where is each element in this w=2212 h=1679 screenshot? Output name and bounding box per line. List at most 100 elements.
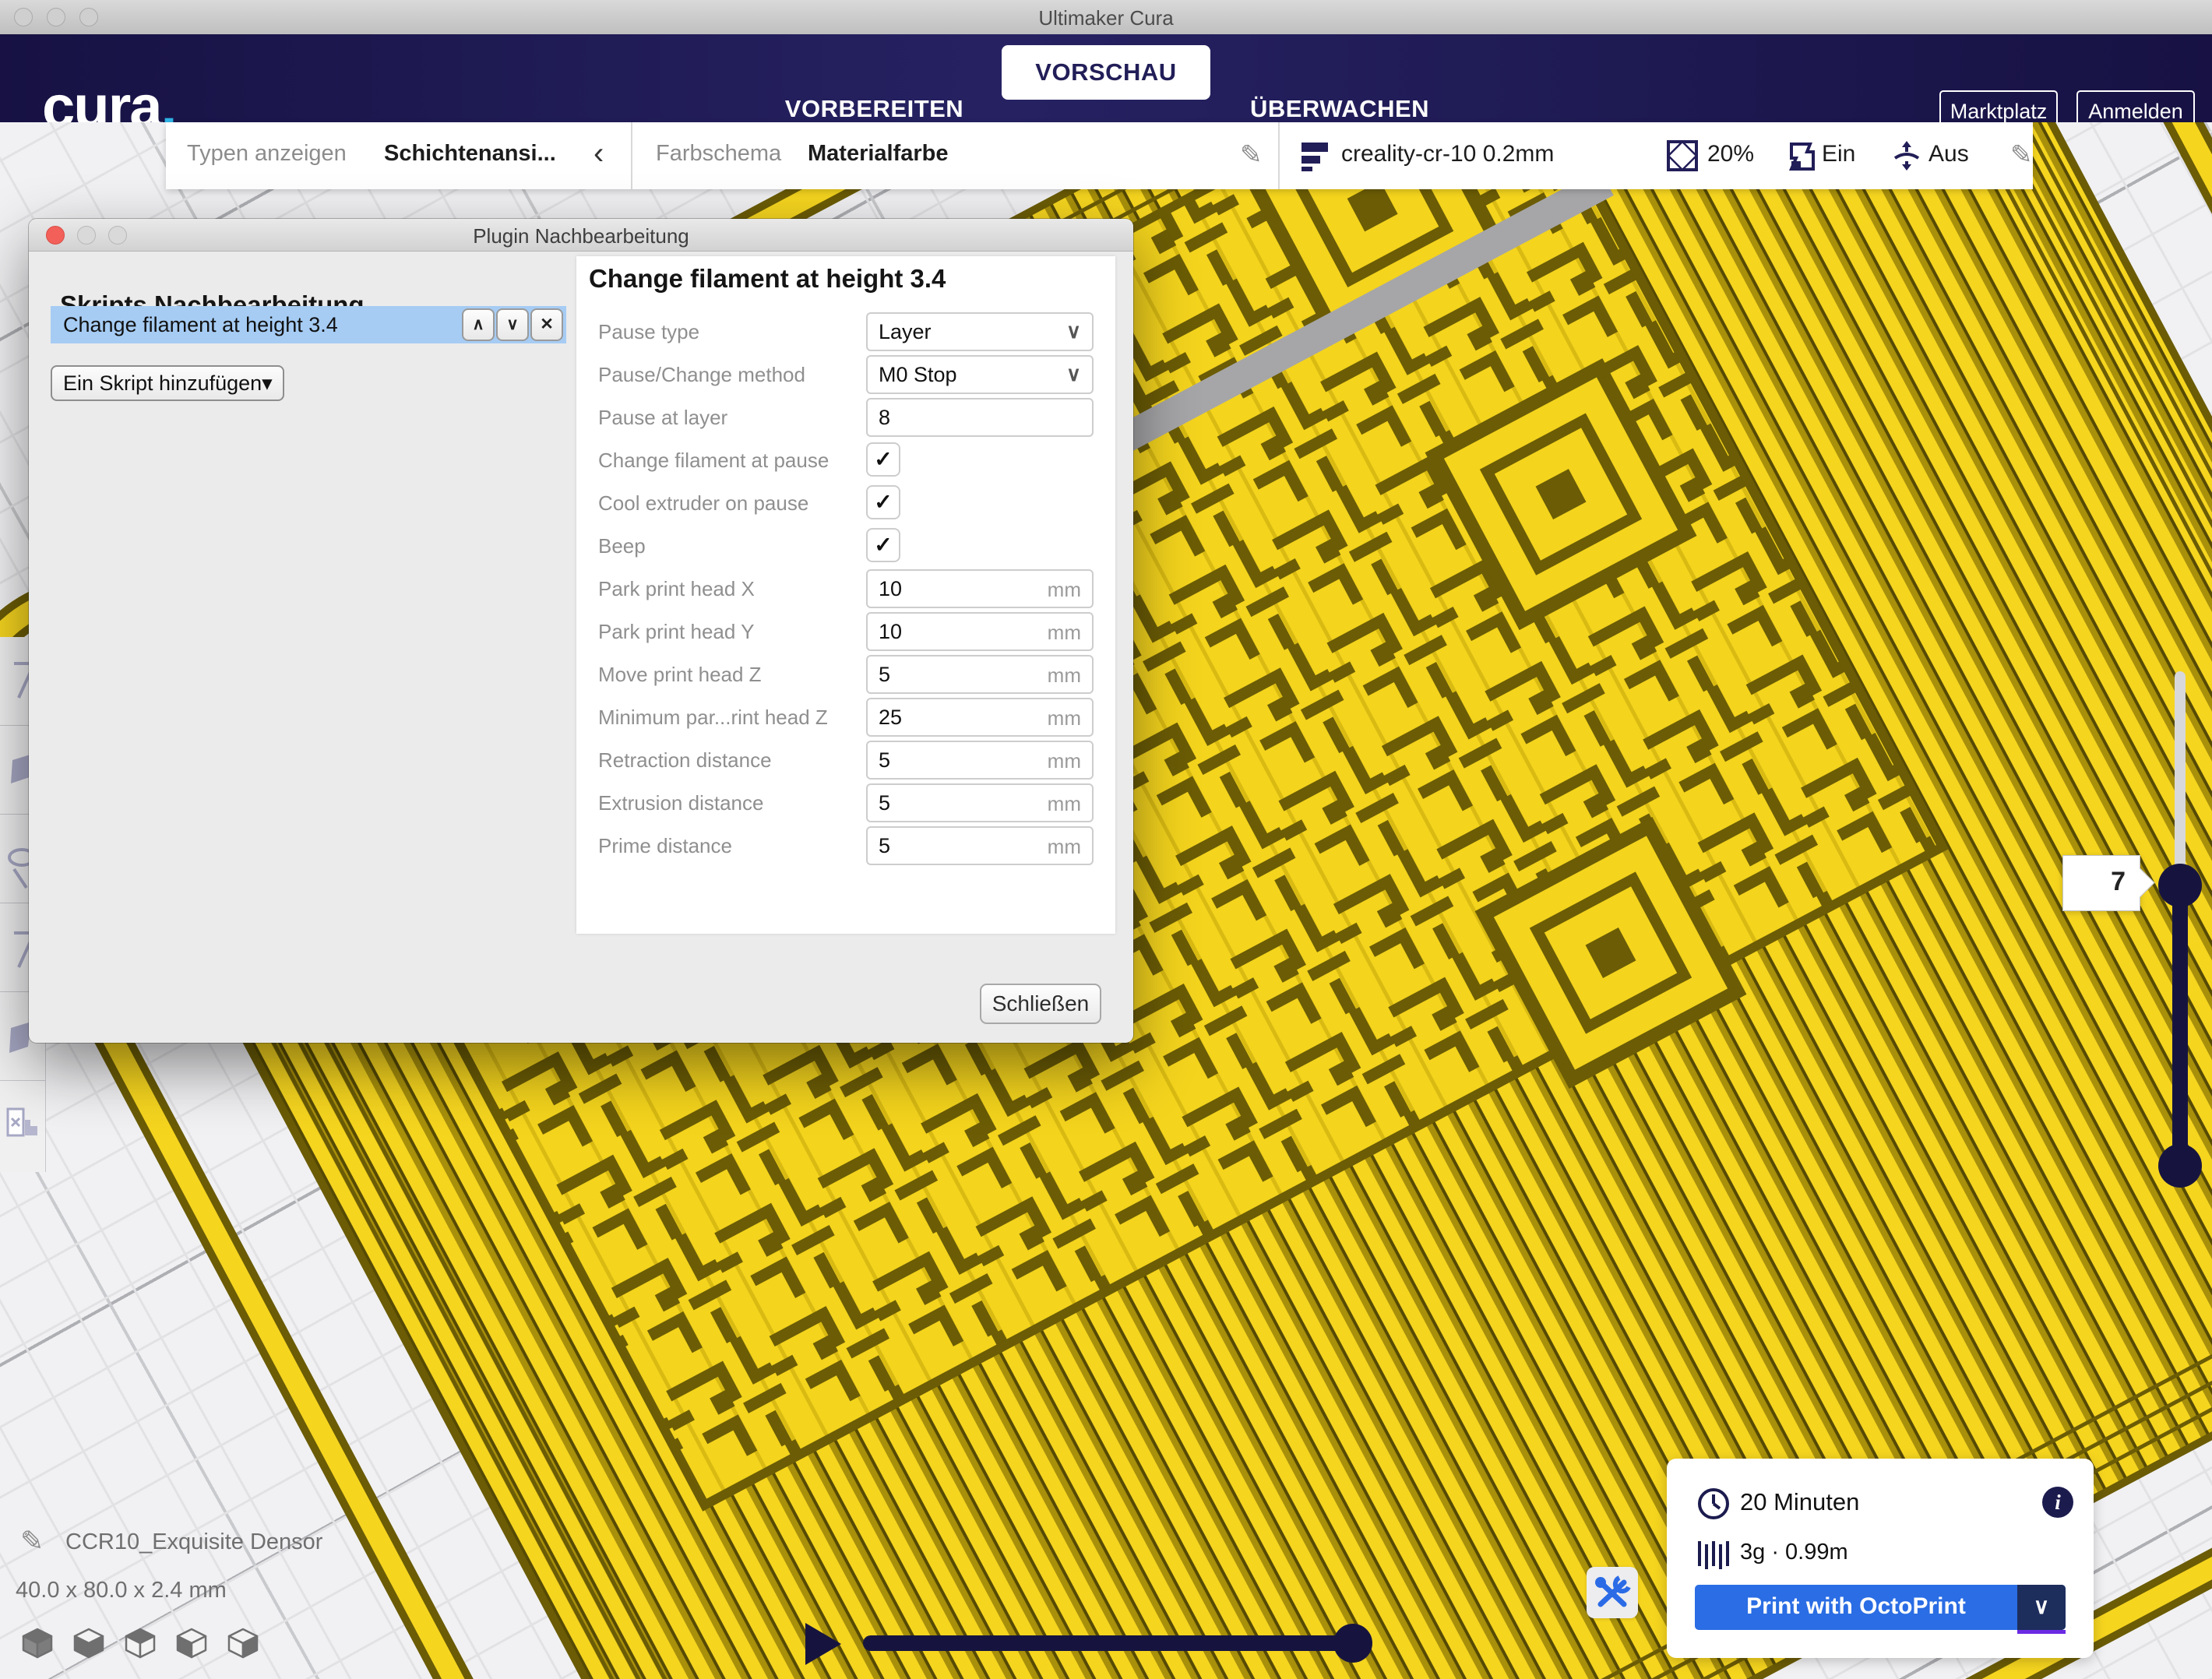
move-print-head-z-input[interactable]: 5 mm xyxy=(866,655,1094,694)
selected-script-row[interactable]: Change filament at height 3.4 ∧ ∨ ✕ xyxy=(51,306,566,343)
print-job-panel: 20 Minuten i 3g · 0.99m Print with OctoP… xyxy=(1667,1459,2094,1658)
monitor-tools-button[interactable] xyxy=(1587,1567,1638,1618)
field-value: Layer xyxy=(879,320,932,344)
rename-model-pencil-icon[interactable]: ✎ xyxy=(20,1525,44,1558)
app-header: cura. VORBEREITEN VORSCHAU ÜBERWACHEN Ma… xyxy=(0,34,2212,122)
adhesion-icon xyxy=(1890,139,1923,172)
pause-at-layer-input[interactable]: 8 xyxy=(866,398,1094,437)
dialog-close-action-button[interactable]: Schließen xyxy=(980,984,1101,1024)
pause-type-select[interactable]: Layer ∨ xyxy=(866,312,1094,351)
field-value: M0 Stop xyxy=(879,363,957,387)
checkmark-icon: ✓ xyxy=(874,447,892,471)
park-print-head-x-input[interactable]: 10 mm xyxy=(866,569,1094,608)
color-scheme-dropdown[interactable]: Materialfarbe xyxy=(808,141,949,167)
support-icon xyxy=(1787,139,1818,172)
edit-print-settings-pencil-icon[interactable]: ✎ xyxy=(2010,139,2033,171)
selected-script-label: Change filament at height 3.4 xyxy=(63,313,338,337)
print-button-label: Print with OctoPrint xyxy=(1695,1593,2017,1620)
field-row-beep: Beep✓ xyxy=(576,526,1115,565)
view-top-button[interactable] xyxy=(123,1626,157,1660)
view-left-button[interactable] xyxy=(174,1626,209,1660)
field-label: Park print head Y xyxy=(598,620,754,644)
field-label: Cool extruder on pause xyxy=(598,491,808,516)
field-unit: mm xyxy=(1048,792,1081,816)
stage-toolbar: Typen anzeigen Schichtenansi... ‹ Farbsc… xyxy=(166,122,2033,189)
move-script-up-button[interactable]: ∧ xyxy=(462,308,495,341)
ultimaker-cura-window: { "titlebar": { "title": "Ultimaker Cura… xyxy=(0,0,2212,1679)
field-label: Change filament at pause xyxy=(598,449,829,473)
clock-icon xyxy=(1696,1487,1731,1521)
dialog-titlebar[interactable]: Plugin Nachbearbeitung xyxy=(29,219,1133,252)
view-3d-button[interactable] xyxy=(20,1626,55,1660)
layer-slider-range[interactable] xyxy=(2172,885,2188,1166)
simulation-play-icon[interactable] xyxy=(805,1623,841,1665)
view-right-button[interactable] xyxy=(226,1626,260,1660)
support-value[interactable]: Ein xyxy=(1822,141,1855,167)
path-slider-handle[interactable] xyxy=(1333,1624,1372,1663)
field-row-move-print-head-z: Move print head Z5mm xyxy=(576,655,1115,694)
tab-ueberwachen[interactable]: ÜBERWACHEN xyxy=(1246,92,1433,126)
post-processing-dialog: Plugin Nachbearbeitung Skripts Nachbearb… xyxy=(29,219,1133,1043)
field-label: Pause/Change method xyxy=(598,363,805,387)
collapse-chevron-icon[interactable]: ‹ xyxy=(594,136,604,171)
toolbar-divider xyxy=(1278,122,1280,189)
field-unit: mm xyxy=(1048,664,1081,688)
layer-indicator-flag: 7 xyxy=(2062,855,2140,911)
cool-extruder-on-pause-checkbox[interactable]: ✓ xyxy=(866,485,900,519)
checkmark-icon: ✓ xyxy=(874,533,892,557)
field-value: 25 xyxy=(879,706,902,730)
retraction-distance-input[interactable]: 5mm xyxy=(866,741,1094,780)
chevron-down-icon: ∨ xyxy=(1066,362,1081,386)
prime-distance-input[interactable]: 5mm xyxy=(866,826,1094,865)
view-type-dropdown[interactable]: Schichtenansi... xyxy=(384,141,556,167)
field-row-minimum-par-rint-head-z: Minimum par...rint head Z 25mm xyxy=(576,698,1115,737)
tab-vorschau[interactable]: VORSCHAU xyxy=(1002,45,1210,100)
remove-script-button[interactable]: ✕ xyxy=(530,308,563,341)
print-options-accent xyxy=(2017,1630,2066,1634)
field-row-extrusion-distance: Extrusion distance 5mm xyxy=(576,783,1115,822)
add-script-dropdown[interactable]: Ein Skript hinzufügen▾ xyxy=(51,365,284,401)
material-estimate: 3g · 0.99m xyxy=(1740,1540,1848,1565)
checkmark-icon: ✓ xyxy=(874,490,892,514)
field-label: Pause at layer xyxy=(598,406,727,430)
view-type-label: Typen anzeigen xyxy=(187,141,347,167)
extrusion-distance-input[interactable]: 5mm xyxy=(866,783,1094,822)
print-with-octoprint-button[interactable]: Print with OctoPrint ∨ xyxy=(1695,1585,2066,1630)
adhesion-value[interactable]: Aus xyxy=(1928,141,1969,167)
field-unit: mm xyxy=(1048,578,1081,602)
park-print-head-y-input[interactable]: 10 mm xyxy=(866,612,1094,651)
macos-titlebar[interactable]: Ultimaker Cura xyxy=(0,0,2212,35)
field-label: Minimum par...rint head Z xyxy=(598,706,828,730)
change-filament-at-pause-checkbox[interactable]: ✓ xyxy=(866,442,900,477)
printer-profile-button[interactable]: creality-cr-10 0.2mm xyxy=(1341,141,1554,167)
field-label: Extrusion distance xyxy=(598,791,763,815)
move-script-down-button[interactable]: ∨ xyxy=(496,308,529,341)
field-value: 5 xyxy=(879,663,890,687)
print-options-dropdown[interactable]: ∨ xyxy=(2017,1585,2066,1630)
layer-slider-top-handle[interactable] xyxy=(2158,864,2202,907)
field-unit: mm xyxy=(1048,749,1081,773)
pause-change-method-select[interactable]: M0 Stop ∨ xyxy=(866,355,1094,394)
settings-heading: Change filament at height 3.4 xyxy=(589,264,946,294)
color-scheme-label: Farbschema xyxy=(656,141,781,167)
edit-view-pencil-icon[interactable]: ✎ xyxy=(1240,139,1263,171)
field-label: Park print head X xyxy=(598,577,755,601)
field-unit: mm xyxy=(1048,621,1081,645)
print-time-estimate: 20 Minuten xyxy=(1740,1488,1859,1516)
infill-value[interactable]: 20% xyxy=(1707,141,1754,167)
hammer-wrench-icon xyxy=(1587,1567,1638,1618)
model-name: CCR10_Exquisite Densor xyxy=(65,1529,322,1555)
info-icon[interactable]: i xyxy=(2042,1487,2073,1518)
chevron-down-icon: ∨ xyxy=(1066,319,1081,343)
view-front-button[interactable] xyxy=(72,1626,106,1660)
tab-vorbereiten[interactable]: VORBEREITEN xyxy=(783,92,966,126)
beep-checkbox[interactable]: ✓ xyxy=(866,528,900,562)
model-dimensions: 40.0 x 80.0 x 2.4 mm xyxy=(16,1578,227,1603)
field-value: 10 xyxy=(879,620,902,644)
field-value: 10 xyxy=(879,577,902,601)
minimum-par-rint-head-z-input[interactable]: 25mm xyxy=(866,698,1094,737)
field-row-pause-type: Pause typeLayer∨ xyxy=(576,312,1115,351)
layer-slider-bottom-handle[interactable] xyxy=(2158,1144,2202,1188)
tool-support-blocker-button[interactable] xyxy=(0,1081,45,1170)
path-slider-track[interactable] xyxy=(863,1635,1361,1651)
